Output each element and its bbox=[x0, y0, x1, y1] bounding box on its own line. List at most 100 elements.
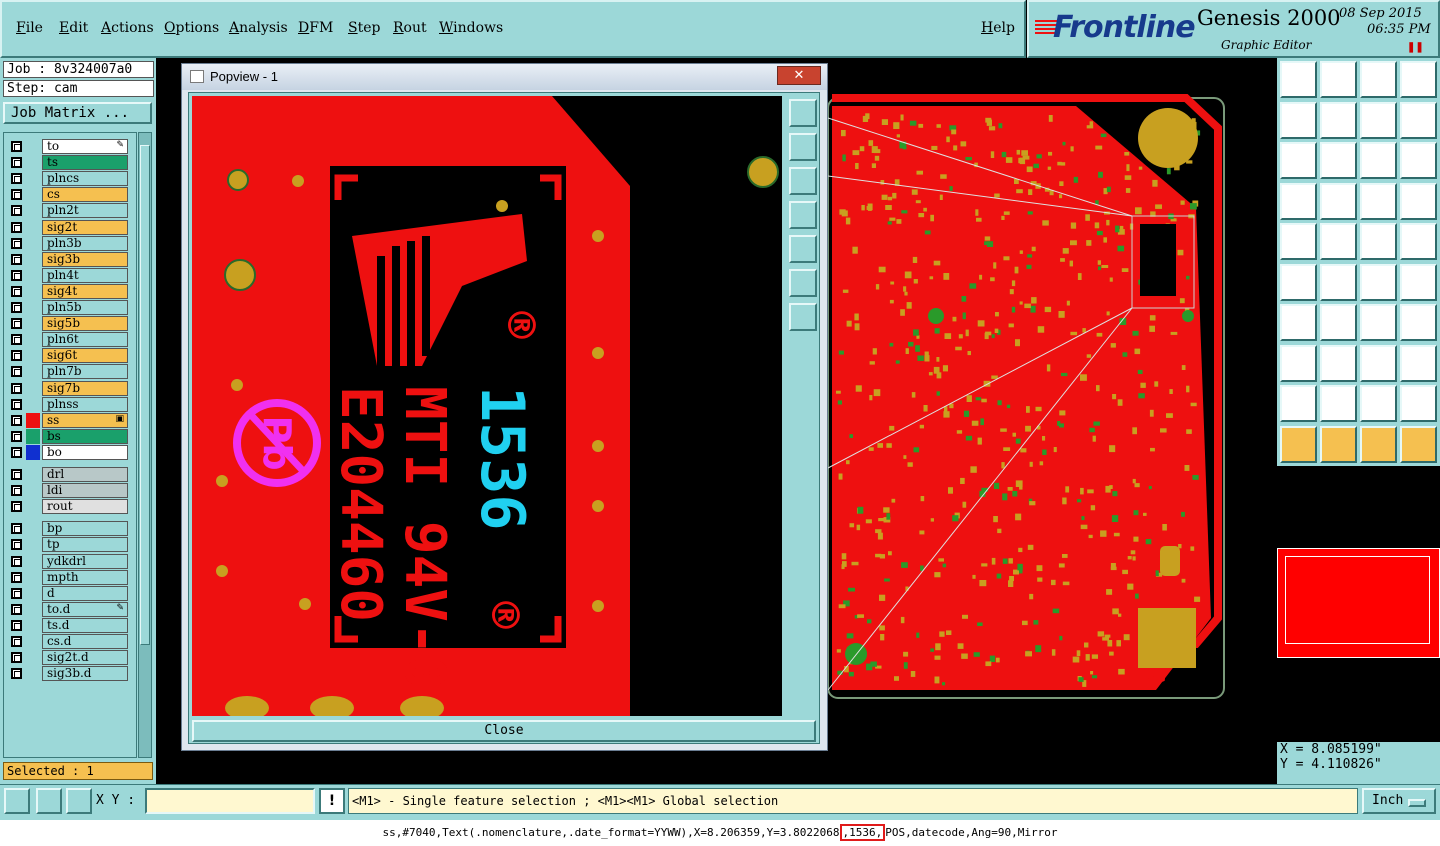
layer-checkbox[interactable] bbox=[11, 571, 22, 583]
layer-row-pln5b[interactable]: pln5b bbox=[6, 300, 130, 315]
layer-row-pln4t[interactable]: pln4t bbox=[6, 267, 130, 283]
layer-checkbox[interactable] bbox=[11, 205, 22, 217]
layer-row-sig3b-d[interactable]: sig3b.d bbox=[6, 666, 130, 682]
dimension-icon[interactable] bbox=[1360, 344, 1397, 382]
layer-name[interactable]: ldi bbox=[42, 483, 128, 499]
layer-name[interactable]: pln5b bbox=[42, 300, 128, 315]
menu-step[interactable]: Step bbox=[348, 20, 380, 36]
layer-name[interactable]: ydkdrl bbox=[42, 553, 128, 569]
layer-checkbox[interactable] bbox=[11, 350, 22, 362]
layer-row-bp[interactable]: bp bbox=[6, 521, 130, 537]
layer-checkbox[interactable] bbox=[11, 555, 22, 567]
home-icon[interactable] bbox=[1360, 61, 1397, 98]
layer-name[interactable]: pln2t bbox=[42, 203, 128, 219]
help-icon[interactable] bbox=[1400, 142, 1437, 179]
layer-name[interactable]: bp bbox=[42, 521, 128, 537]
layer-row-plnss[interactable]: plnss bbox=[6, 396, 130, 412]
layer-name[interactable]: to ✎ bbox=[42, 139, 128, 154]
layer-name[interactable]: to.d ✎ bbox=[42, 601, 128, 617]
select-polygon-icon[interactable] bbox=[1360, 425, 1397, 463]
layer-checkbox[interactable] bbox=[11, 382, 22, 394]
layer-checkbox[interactable] bbox=[11, 334, 22, 346]
grid-icon[interactable] bbox=[1320, 182, 1357, 220]
layer-checkbox[interactable] bbox=[11, 603, 22, 615]
layer-checkbox[interactable] bbox=[11, 446, 22, 458]
popview-titlebar[interactable]: Popview - 1 ✕ bbox=[182, 64, 827, 90]
layer-name[interactable]: cs.d bbox=[42, 634, 128, 649]
select-box-icon[interactable] bbox=[1320, 425, 1357, 463]
layer-row-sig2t-d[interactable]: sig2t.d bbox=[6, 650, 130, 666]
snap-pad-icon[interactable] bbox=[1400, 344, 1437, 382]
menu-actions[interactable]: Actions bbox=[101, 20, 154, 36]
layer-checkbox[interactable] bbox=[11, 189, 22, 201]
layer-name[interactable]: sig5b bbox=[42, 316, 128, 332]
layer-name[interactable]: sig6t bbox=[42, 348, 128, 364]
layer-name[interactable]: ss ▣ bbox=[42, 412, 128, 428]
flip-icon[interactable] bbox=[1400, 101, 1437, 139]
layer-row-tp[interactable]: tp bbox=[6, 537, 130, 553]
layer-checkbox[interactable] bbox=[11, 652, 22, 664]
layer-row-pln6t[interactable]: pln6t bbox=[6, 332, 130, 348]
layer-checkbox[interactable] bbox=[11, 141, 22, 152]
layer-name[interactable]: d bbox=[42, 585, 128, 601]
layer-toggle-icon[interactable] bbox=[1400, 182, 1437, 220]
triangle-edit-2-icon[interactable] bbox=[1320, 385, 1357, 422]
menu-analysis[interactable]: Analysis bbox=[229, 20, 288, 36]
copy-right-icon[interactable] bbox=[1320, 101, 1357, 139]
layer-row-bo[interactable]: bo bbox=[6, 444, 130, 460]
menu-file[interactable]: File bbox=[16, 20, 43, 36]
layer-checkbox[interactable] bbox=[11, 469, 22, 480]
layer-checkbox[interactable] bbox=[11, 157, 22, 169]
layer-row-cs-d[interactable]: cs.d bbox=[6, 634, 130, 649]
cut-icon[interactable] bbox=[1320, 263, 1357, 301]
add-polygon-icon[interactable] bbox=[1320, 223, 1357, 260]
properties-icon[interactable] bbox=[1280, 182, 1317, 220]
grid-icon[interactable] bbox=[66, 788, 92, 814]
pan-up-icon[interactable] bbox=[789, 133, 817, 161]
window-close-icon[interactable]: ✕ bbox=[777, 66, 821, 85]
layer-checkbox[interactable] bbox=[11, 414, 22, 426]
layer-row-mpth[interactable]: mpth bbox=[6, 569, 130, 585]
pan-right-icon[interactable] bbox=[789, 235, 817, 263]
layer-name[interactable]: bs bbox=[42, 428, 128, 444]
select-net-icon[interactable] bbox=[1400, 425, 1437, 463]
popview-canvas[interactable]: E204460 MTI 94V-0 1536 ® ® Pb bbox=[192, 96, 782, 716]
layer-checkbox[interactable] bbox=[11, 302, 22, 313]
layer-row-rout[interactable]: rout bbox=[6, 499, 130, 515]
layer-checkbox[interactable] bbox=[11, 173, 22, 185]
layer-name[interactable]: sig3b.d bbox=[42, 666, 128, 682]
zoom-fit-icon[interactable] bbox=[789, 99, 817, 127]
add-pad-icon[interactable] bbox=[1280, 223, 1317, 260]
move-up-icon[interactable] bbox=[1280, 61, 1317, 98]
line-edit-icon[interactable] bbox=[1320, 304, 1357, 341]
connect-icon[interactable] bbox=[1280, 263, 1317, 301]
layer-name[interactable]: pln7b bbox=[42, 364, 128, 380]
layer-checkbox[interactable] bbox=[11, 253, 22, 265]
layer-compare-icon[interactable] bbox=[1360, 182, 1397, 220]
scrollbar-thumb[interactable] bbox=[140, 145, 150, 645]
move-down-icon[interactable] bbox=[1320, 61, 1357, 98]
layer-row-ss[interactable]: ss ▣ bbox=[6, 412, 130, 428]
flip-h-icon[interactable] bbox=[1400, 304, 1437, 341]
scale-1-2-icon[interactable] bbox=[1360, 142, 1397, 179]
layer-checkbox[interactable] bbox=[11, 398, 22, 410]
triangle-edit-icon[interactable] bbox=[1280, 385, 1317, 422]
triangle-edit-4-icon[interactable] bbox=[1400, 385, 1437, 422]
layer-row-sig7b[interactable]: sig7b bbox=[6, 380, 130, 396]
layer-row-sig3b[interactable]: sig3b bbox=[6, 251, 130, 267]
menu-dfm[interactable]: DFM bbox=[298, 20, 333, 36]
layer-row-pln2t[interactable]: pln2t bbox=[6, 203, 130, 219]
layer-row-sig4t[interactable]: sig4t bbox=[6, 283, 130, 299]
rotate-icon[interactable] bbox=[1360, 304, 1397, 341]
menu-windows[interactable]: Windows bbox=[439, 20, 503, 36]
ruler-icon[interactable] bbox=[1360, 223, 1397, 260]
layer-checkbox[interactable] bbox=[11, 636, 22, 647]
popview-zoom-render[interactable]: E204460 MTI 94V-0 1536 ® ® Pb bbox=[192, 96, 782, 716]
layer-name[interactable]: sig2t bbox=[42, 219, 128, 235]
layer-row-cs[interactable]: cs bbox=[6, 187, 130, 203]
layer-name[interactable]: bo bbox=[42, 444, 128, 460]
layer-list-scrollbar[interactable] bbox=[138, 132, 152, 758]
popview-close-button[interactable]: Close bbox=[192, 720, 816, 742]
menu-help[interactable]: Help bbox=[981, 20, 1015, 36]
center-icon[interactable] bbox=[1320, 142, 1357, 179]
